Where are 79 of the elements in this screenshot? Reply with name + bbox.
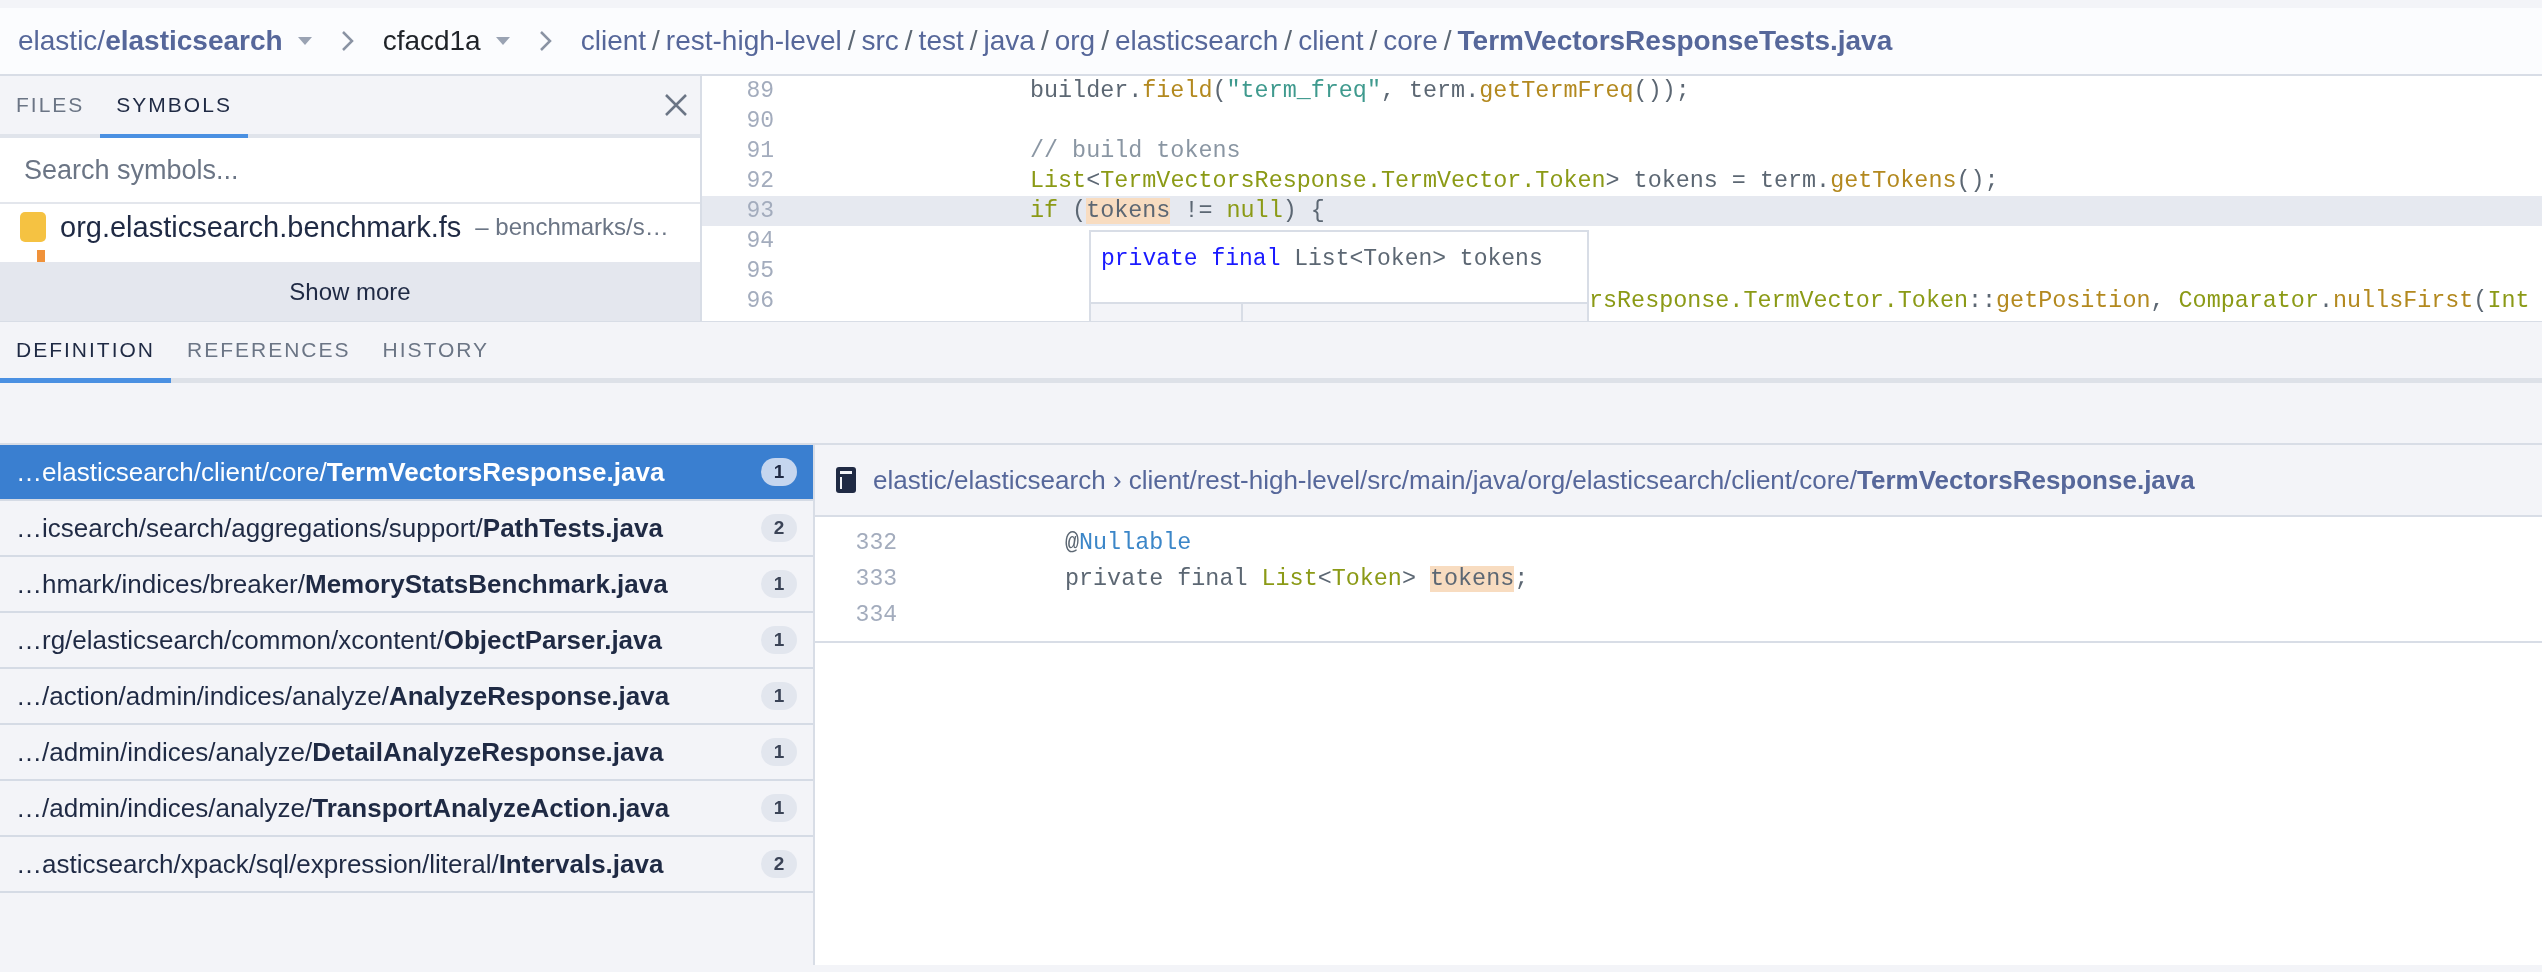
result-item[interactable]: …icsearch/search/aggregations/support/PathTests.java 2 [0,501,813,557]
count-badge: 1 [761,682,797,710]
file-path: …elasticsearch/client/core/TermVectorsResponse.java [16,456,666,488]
line-number: 332 [854,530,897,556]
symbol-location: – benchmarks/s… [475,213,669,241]
path-separator: / [1101,25,1109,57]
line-number: 90 [745,108,774,134]
path-link[interactable]: rest-high-level [665,25,842,57]
code-line: if (tokens != null) { [1029,198,1325,224]
chevron-icon [340,30,355,52]
path-separator: / [1284,25,1293,57]
line-number: 89 [745,78,774,104]
count-badge: 2 [761,514,797,542]
file-path: …icsearch/search/aggregations/support/PathTests.java [16,512,664,544]
line-number: 333 [854,566,897,592]
code-line: builder.field("term_freq", term.getTermFreq()); [1029,78,1690,104]
path-link[interactable]: test [918,25,964,57]
path-separator: / [1369,25,1378,57]
file-path: …rg/elasticsearch/common/xcontent/ObjectParser.java [16,624,663,656]
line-number: 93 [745,198,774,224]
path-link[interactable]: org [1054,25,1096,57]
chevron-icon [538,30,553,52]
repo-link[interactable]: elastic/elasticsearch [18,25,283,57]
count-badge: 1 [761,738,797,766]
file-path: …hmark/indices/breaker/MemoryStatsBenchmark.java [16,568,669,600]
code-line: List<TermVectorsResponse.TermVector.Token> tokens = term.getTokens(); [1029,168,1999,194]
path-link[interactable]: src [861,25,899,57]
file-link[interactable]: TermVectorsResponseTests.java [1457,25,1893,57]
close-icon [664,93,688,117]
line-number: 95 [745,258,774,284]
result-item[interactable]: …elasticsearch/client/core/TermVectorsResponse.java 1 [0,445,813,501]
path-separator: / [847,25,856,57]
count-badge: 1 [761,458,797,486]
file-path: …/admin/indices/analyze/DetailAnalyzeResponse.java [16,736,665,768]
show-more-button[interactable]: Show more [0,262,700,321]
code-line: @Nullable [1064,530,1192,556]
path-link[interactable]: java [983,25,1035,57]
line-number: 92 [745,168,774,194]
path-link[interactable]: core [1383,25,1438,57]
sidebar-tab[interactable]: FILES [0,76,101,138]
search-field[interactable]: Search symbols... [0,138,700,204]
tooltip-signature: private final List<Token> tokens [1100,245,1543,272]
panel-tab[interactable]: HISTORY [366,322,506,383]
count-badge: 1 [761,570,797,598]
panel-tab[interactable]: REFERENCES [171,322,367,383]
symbol-name[interactable]: org.elasticsearch.benchmark.fs [60,210,462,244]
path-separator: / [1040,25,1049,57]
count-badge: 2 [761,850,797,878]
code-line: // build tokens [1029,138,1241,164]
revision-link[interactable]: cfacd1a [382,25,481,57]
count-badge: 1 [761,794,797,822]
result-item[interactable]: …hmark/indices/breaker/MemoryStatsBenchmark.java 1 [0,557,813,613]
path-separator: / [1443,25,1452,57]
code-line: private final List<Token> tokens; [1064,566,1529,592]
code-line: rsResponse.TermVector.Token::getPosition, Comparator.nullsFirst(Int [1588,288,2530,314]
repo-book-icon [835,466,857,494]
path-separator: / [969,25,978,57]
path-link[interactable]: elasticsearch [1114,25,1279,57]
path-separator: / [904,25,913,57]
definition-path: elastic/elasticsearch › client/rest-high-level/src/main/java/org/elasticsearch/client/core/TermVectorsResponse.java [873,464,2195,496]
caret-icon [296,36,313,46]
result-item[interactable]: …/admin/indices/analyze/DetailAnalyzeResponse.java 1 [0,725,813,781]
count-badge: 1 [761,626,797,654]
line-number: 334 [854,602,897,628]
file-path: …/action/admin/indices/analyze/AnalyzeResponse.java [16,680,671,712]
path-link[interactable]: client [1298,25,1364,57]
line-number: 91 [745,138,774,164]
result-item[interactable]: …/admin/indices/analyze/TransportAnalyzeAction.java 1 [0,781,813,837]
path-separator: / [652,25,660,57]
line-number: 96 [745,288,774,314]
line-number: 94 [745,228,774,254]
result-item[interactable]: …asticsearch/xpack/sql/expression/literal/Intervals.java 2 [0,837,813,893]
panel-tab[interactable]: DEFINITION [0,322,171,383]
file-path: …asticsearch/xpack/sql/expression/literal/Intervals.java [16,848,665,880]
result-item[interactable]: …/action/admin/indices/analyze/AnalyzeResponse.java 1 [0,669,813,725]
result-item[interactable]: …rg/elasticsearch/common/xcontent/ObjectParser.java 1 [0,613,813,669]
caret-icon [494,36,511,46]
file-path: …/admin/indices/analyze/TransportAnalyzeAction.java [16,792,671,824]
path-link[interactable]: client [580,25,647,57]
